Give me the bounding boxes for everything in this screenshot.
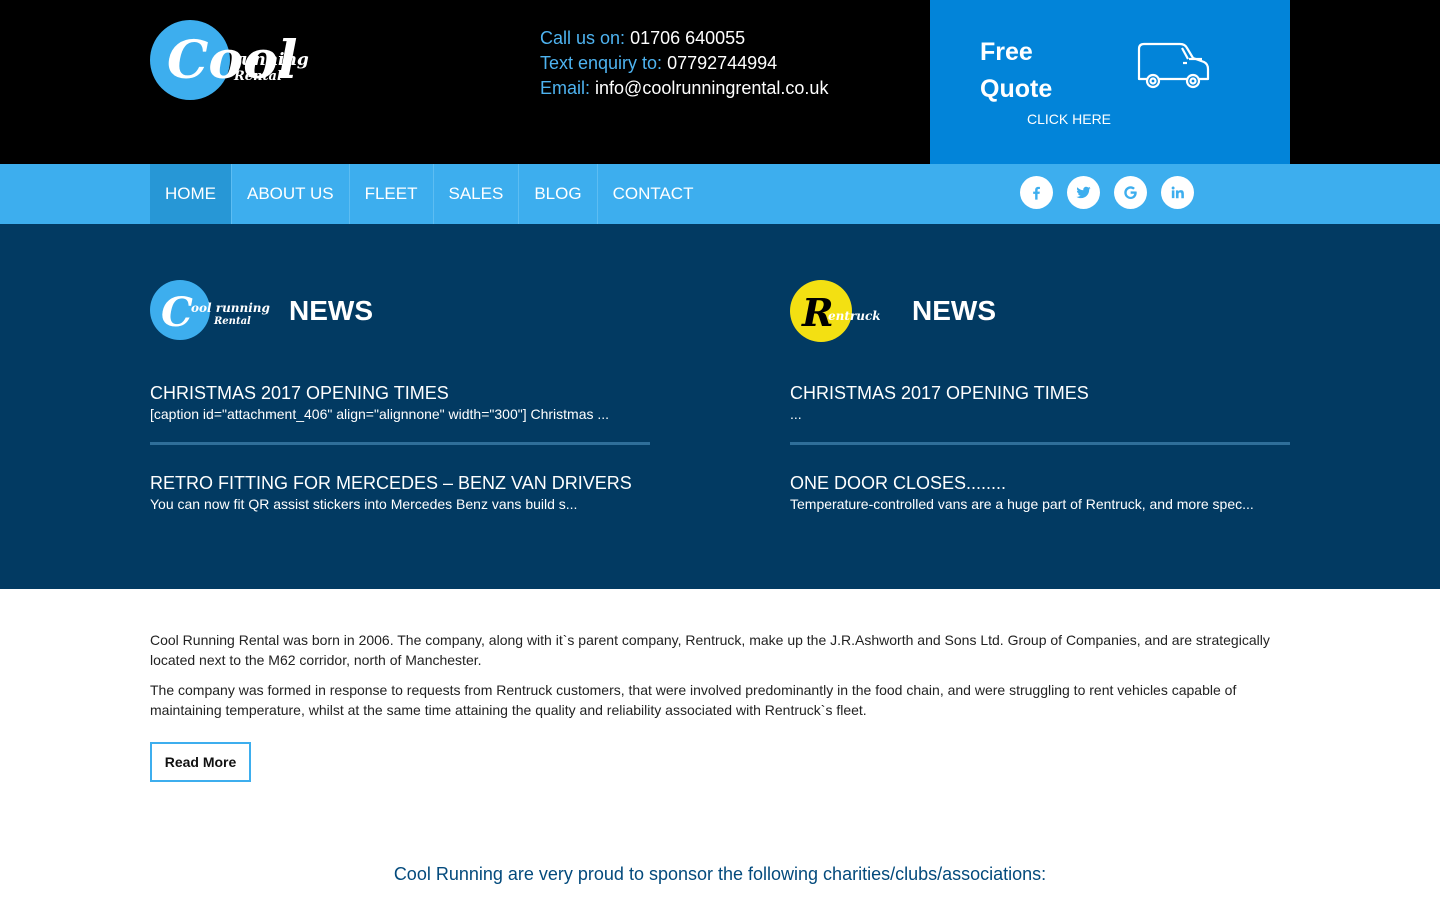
news-divider: [790, 442, 1290, 445]
cool-running-news-header: C ool running Rental NEWS: [150, 280, 373, 342]
news-article: CHRISTMAS 2017 OPENING TIMES [caption id…: [150, 382, 650, 424]
logo-line2-text: Rental: [233, 69, 282, 84]
article-title-link[interactable]: RETRO FITTING FOR MERCEDES – BENZ VAN DR…: [150, 472, 650, 494]
click-here-link[interactable]: CLICK HERE: [1027, 111, 1111, 127]
article-title-link[interactable]: ONE DOOR CLOSES........: [790, 472, 1290, 494]
nav-item-sales[interactable]: SALES: [434, 164, 520, 224]
text-number[interactable]: 07792744994: [667, 53, 777, 73]
about-section: Cool Running Rental was born in 2006. Th…: [150, 630, 1290, 730]
google-link[interactable]: [1114, 176, 1147, 209]
free-quote-title: Free Quote: [980, 38, 1053, 103]
contact-info: Call us on: 01706 640055 Text enquiry to…: [540, 26, 828, 101]
van-icon: [1137, 42, 1210, 89]
phone-line: Call us on: 01706 640055: [540, 26, 828, 51]
email-label: Email:: [540, 78, 591, 98]
facebook-icon: [1033, 186, 1040, 200]
news-heading: NEWS: [289, 295, 373, 326]
about-paragraph: The company was formed in response to re…: [150, 682, 1237, 718]
logo-line1-text: running: [232, 50, 309, 70]
news-logo-line1: ool running: [191, 301, 270, 315]
news-heading: NEWS: [912, 295, 996, 326]
main-nav: HOME ABOUT US FLEET SALES BLOG CONTACT: [0, 164, 1440, 224]
phone-label: Call us on:: [540, 28, 626, 48]
nav-item-blog[interactable]: BLOG: [519, 164, 598, 224]
text-label: Text enquiry to:: [540, 53, 663, 73]
linkedin-link[interactable]: [1161, 176, 1194, 209]
email-link[interactable]: info@coolrunningrental.co.uk: [595, 78, 828, 98]
text-line: Text enquiry to: 07792744994: [540, 51, 828, 76]
site-header: Cool running Rental Call us on: 01706 64…: [0, 0, 1440, 164]
sponsor-heading: Cool Running are very proud to sponsor t…: [393, 864, 1047, 884]
facebook-link[interactable]: [1020, 176, 1053, 209]
news-article: ONE DOOR CLOSES........ Temperature-cont…: [790, 472, 1290, 514]
google-icon: [1124, 186, 1137, 200]
news-section: C ool running Rental NEWS CHRISTMAS 2017…: [0, 224, 1440, 589]
nav-item-home[interactable]: HOME: [150, 164, 232, 224]
article-excerpt: Temperature-controlled vans are a huge p…: [790, 496, 1254, 512]
nav-item-about-us[interactable]: ABOUT US: [232, 164, 350, 224]
article-title-link[interactable]: CHRISTMAS 2017 OPENING TIMES: [150, 382, 650, 404]
nav-item-contact[interactable]: CONTACT: [598, 164, 709, 224]
free-quote-button[interactable]: Free Quote CLICK HERE: [930, 0, 1290, 164]
email-line: Email: info@coolrunningrental.co.uk: [540, 76, 828, 101]
twitter-link[interactable]: [1067, 176, 1100, 209]
rentruck-news: R entruck NEWS CHRISTMAS 2017 OPENING TI…: [790, 224, 1290, 589]
rentruck-logo-line1: entruck: [828, 309, 881, 323]
linkedin-icon: [1171, 186, 1184, 199]
rentruck-logo[interactable]: R entruck: [790, 280, 898, 342]
nav-menu: HOME ABOUT US FLEET SALES BLOG CONTACT: [150, 164, 708, 224]
article-excerpt: ...: [790, 406, 802, 422]
news-article: CHRISTMAS 2017 OPENING TIMES ...: [790, 382, 1290, 424]
about-paragraph: Cool Running Rental was born in 2006. Th…: [150, 632, 1270, 668]
article-excerpt: You can now fit QR assist stickers into …: [150, 496, 578, 512]
news-logo-line2: Rental: [213, 316, 251, 327]
article-title-link[interactable]: CHRISTMAS 2017 OPENING TIMES: [790, 382, 1290, 404]
phone-number[interactable]: 01706 640055: [630, 28, 745, 48]
news-article: RETRO FITTING FOR MERCEDES – BENZ VAN DR…: [150, 472, 650, 514]
nav-item-fleet[interactable]: FLEET: [350, 164, 434, 224]
rentruck-news-header: R entruck NEWS: [790, 280, 996, 342]
cool-running-news-logo[interactable]: C ool running Rental: [150, 280, 275, 342]
twitter-icon: [1076, 186, 1091, 199]
news-divider: [150, 442, 650, 445]
article-excerpt: [caption id="attachment_406" align="alig…: [150, 406, 610, 422]
news-logo-main: C: [161, 289, 193, 336]
cool-running-logo[interactable]: Cool running Rental: [150, 20, 320, 100]
read-more-button[interactable]: Read More: [150, 742, 251, 782]
cool-running-news: C ool running Rental NEWS CHRISTMAS 2017…: [150, 224, 650, 589]
